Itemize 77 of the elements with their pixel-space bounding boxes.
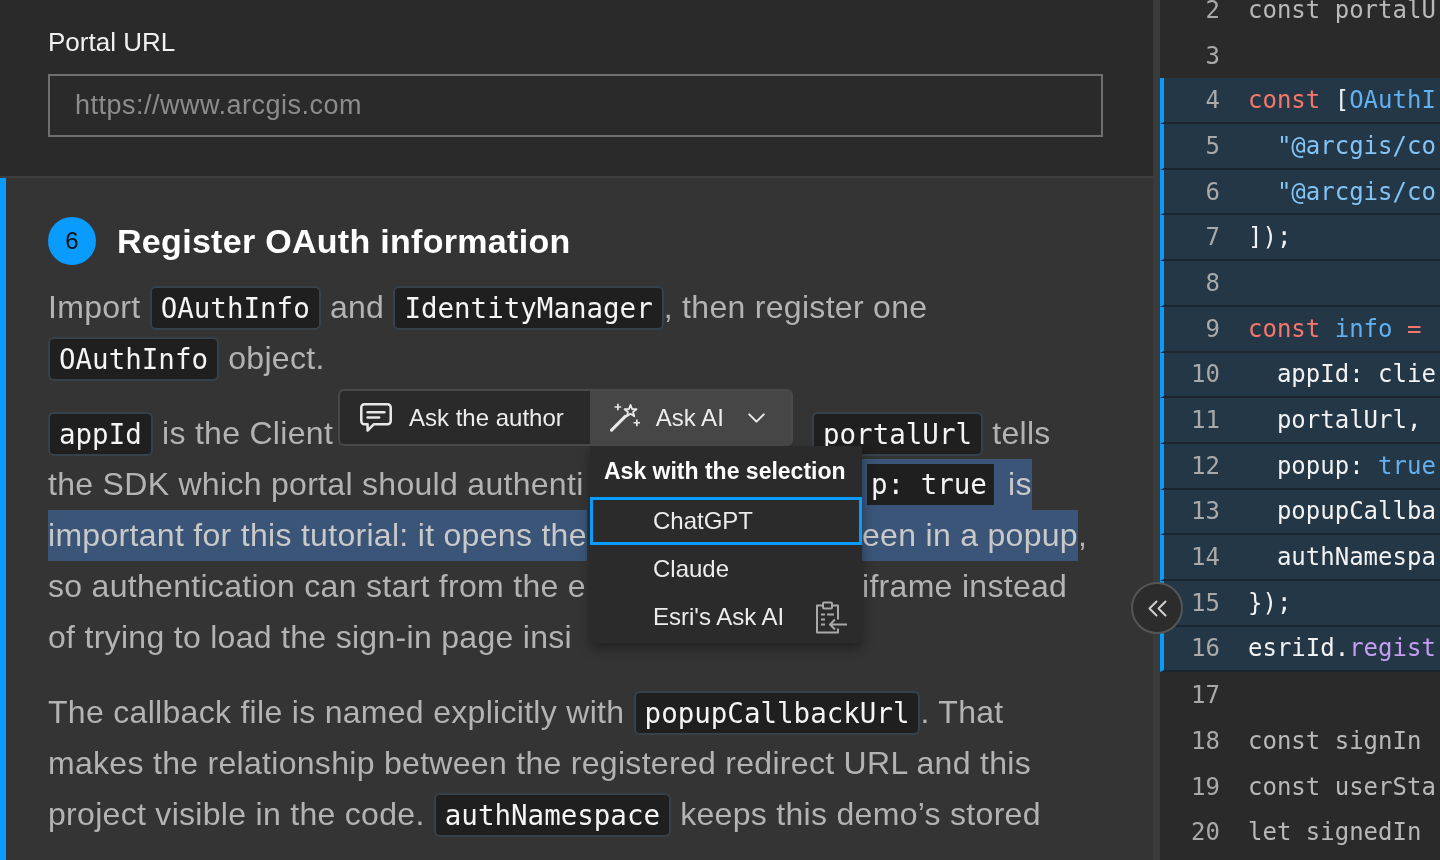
paragraph-text: iframe instead xyxy=(862,567,1068,606)
code-line: const [OAuthI xyxy=(1248,89,1436,112)
code-line: const signIn xyxy=(1248,729,1422,752)
line-number: 20 xyxy=(1190,821,1220,844)
inline-code: OAuthInfo xyxy=(149,285,321,330)
inline-code: IdentityManager xyxy=(393,285,664,330)
menu-item[interactable]: Claude xyxy=(590,545,862,593)
code-line: appId: clie xyxy=(1276,363,1436,386)
code-line: esriId.regist xyxy=(1248,637,1436,660)
clipboard-arrow-icon xyxy=(815,600,848,634)
line-number: 7 xyxy=(1204,226,1220,249)
menu-item[interactable]: Esri's Ask AI xyxy=(590,593,862,641)
paragraph-text: makes the relationship between the registered redirect URL and this xyxy=(48,744,1031,783)
field-label: Portal URL xyxy=(48,26,176,59)
paragraph-text: of trying to load the sign-in page insi xyxy=(48,618,572,657)
paragraph-text: Import xyxy=(48,288,142,327)
double-chevron-left-icon xyxy=(1147,599,1167,617)
paragraph-text: project visible in the code. xyxy=(48,795,426,834)
step-number-badge: 6 xyxy=(48,217,96,265)
chat-bubble-icon xyxy=(360,403,392,432)
inline-code: p: true xyxy=(862,459,999,510)
inline-code: portalUrl xyxy=(812,411,983,456)
line-number: 8 xyxy=(1204,271,1220,294)
code-line: "@arcgis/co xyxy=(1276,134,1436,157)
line-number: 9 xyxy=(1204,317,1220,340)
code-line: authNamespa xyxy=(1276,546,1436,569)
line-number: 4 xyxy=(1204,89,1220,112)
code-line: portalUrl, xyxy=(1276,409,1422,432)
line-number: 12 xyxy=(1190,454,1220,477)
line-number: 3 xyxy=(1204,44,1220,67)
paragraph-text: the SDK which portal should authenti xyxy=(48,465,584,504)
paragraph-text: een in a popup xyxy=(862,510,1078,561)
step-title: Register OAuth information xyxy=(117,221,571,262)
paragraph-text: The callback file is named explicitly with xyxy=(48,693,626,732)
line-number: 6 xyxy=(1204,180,1220,203)
paragraph-text: is xyxy=(998,459,1032,510)
line-number: 13 xyxy=(1190,500,1220,523)
code-line: const userSta xyxy=(1248,775,1436,798)
code-line: }); xyxy=(1248,591,1292,614)
magic-wand-icon xyxy=(609,403,640,432)
paragraph-text: tells xyxy=(991,414,1051,453)
line-number: 10 xyxy=(1190,363,1220,386)
inline-code: authNamespace xyxy=(433,792,672,837)
paragraph-text: object. xyxy=(227,339,325,378)
code-line: popup: true xyxy=(1276,454,1436,477)
paragraph-text: keeps this demo’s stored xyxy=(679,795,1041,834)
menu-heading: Ask with the selection xyxy=(603,457,847,486)
paragraph-text: . That xyxy=(920,693,1004,732)
ask-ai-button[interactable]: Ask AI xyxy=(589,391,791,444)
line-number: 19 xyxy=(1190,775,1220,798)
code-line: ]); xyxy=(1248,226,1292,249)
code-line: const portalU xyxy=(1248,0,1436,21)
line-number: 5 xyxy=(1204,134,1220,157)
line-number: 2 xyxy=(1204,0,1220,21)
line-number: 14 xyxy=(1190,546,1220,569)
paragraph-text: and xyxy=(328,288,386,327)
paragraph-text: , then register one xyxy=(663,288,928,327)
paragraph-text: , xyxy=(1077,516,1088,555)
inline-code: OAuthInfo xyxy=(48,336,219,381)
code-line: "@arcgis/co xyxy=(1276,180,1436,203)
chevron-down-icon xyxy=(747,412,765,423)
code-line: popupCallba xyxy=(1276,500,1436,523)
inline-code: appId xyxy=(48,411,153,456)
paragraph-text: is the Client xyxy=(161,414,334,453)
line-number: 17 xyxy=(1190,684,1220,707)
line-number: 15 xyxy=(1190,591,1220,614)
inline-code: popupCallbackUrl xyxy=(633,690,921,735)
portal-url-field[interactable]: https://www.arcgis.com xyxy=(48,74,1103,137)
paragraph-text: so authentication can start from the e xyxy=(48,567,586,606)
paragraph-text: important for this tutorial: it opens the xyxy=(48,510,587,561)
menu-item[interactable]: ChatGPT xyxy=(590,497,862,545)
ask-author-button[interactable]: Ask the author xyxy=(340,391,590,444)
code-line: let signedIn xyxy=(1248,821,1422,844)
code-line: const info = xyxy=(1248,317,1422,340)
line-number: 16 xyxy=(1190,637,1220,660)
line-number: 11 xyxy=(1190,409,1220,432)
line-number: 18 xyxy=(1190,729,1220,752)
